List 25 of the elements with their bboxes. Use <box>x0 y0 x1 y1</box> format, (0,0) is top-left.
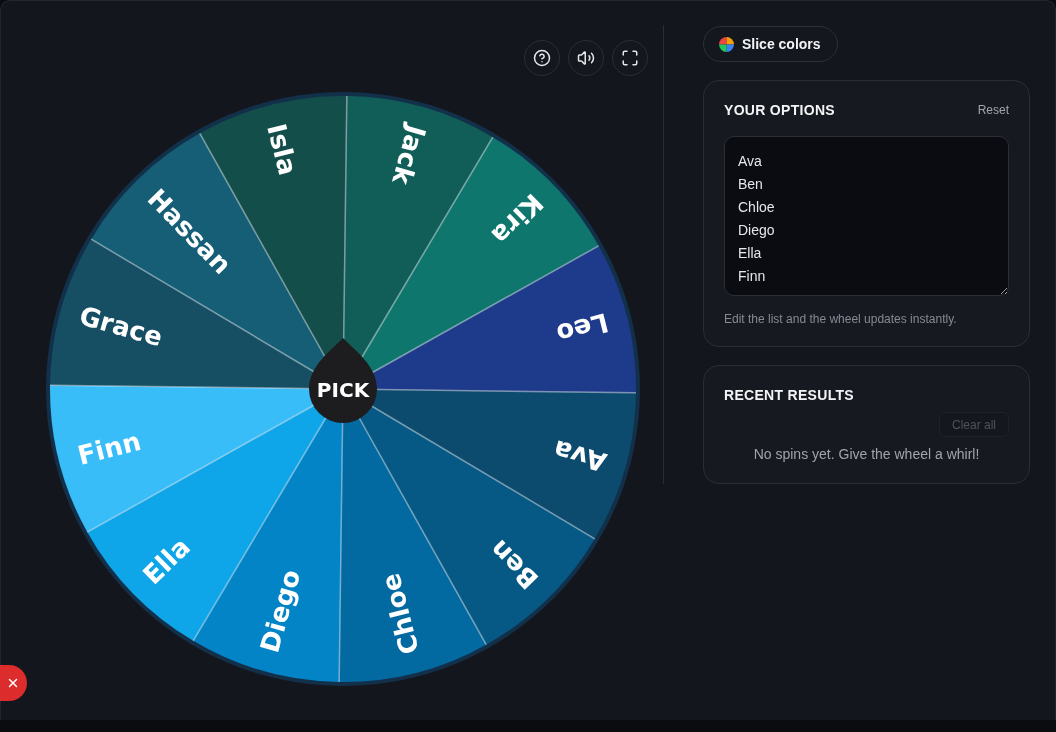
slice-label: Finn <box>74 426 144 471</box>
fullscreen-button[interactable] <box>612 40 648 76</box>
slice-label: Leo <box>553 307 612 350</box>
slice-label: Isla <box>261 120 304 179</box>
options-textarea[interactable]: Ava Ben Chloe Diego Ella Finn <box>724 136 1009 296</box>
speaker-icon <box>577 49 595 67</box>
sound-button[interactable] <box>568 40 604 76</box>
slice-label: Ella <box>137 531 196 591</box>
panel-title: YOUR OPTIONS <box>724 102 835 118</box>
slice-label: Ava <box>550 434 610 478</box>
slice-colors-button[interactable]: Slice colors <box>703 26 838 62</box>
fullscreen-icon <box>621 49 639 67</box>
help-icon <box>533 49 551 67</box>
close-button[interactable] <box>0 665 27 701</box>
slice-label: Jack <box>386 122 432 188</box>
hint-text: Edit the list and the wheel updates instantly. <box>724 312 958 326</box>
help-button[interactable] <box>524 40 560 76</box>
slice-label: Diego <box>254 566 307 656</box>
slice-label: Grace <box>76 300 166 353</box>
panel-title: RECENT RESULTS <box>724 387 854 403</box>
empty-message: No spins yet. Give the wheel a whirl! <box>752 445 981 463</box>
slice-label: Chloe <box>375 570 425 658</box>
pick-button[interactable]: PICK <box>309 338 377 423</box>
reset-link[interactable]: Reset <box>977 103 1009 117</box>
color-wheel-icon <box>719 36 734 52</box>
